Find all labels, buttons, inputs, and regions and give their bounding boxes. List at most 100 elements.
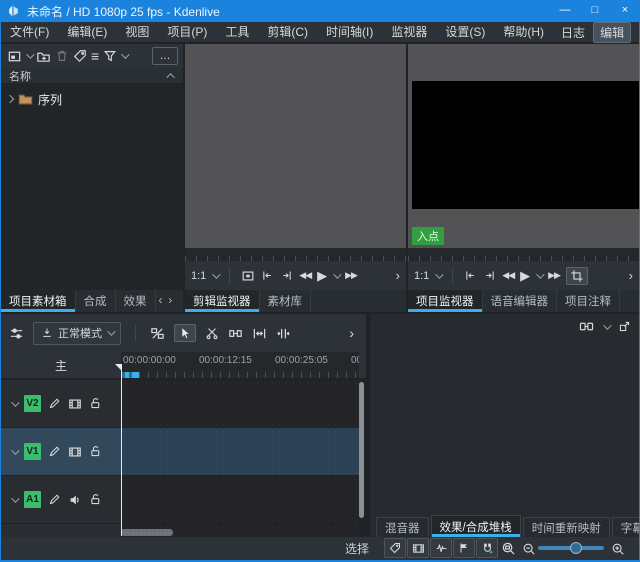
snap-button[interactable] [476, 538, 498, 558]
edit-mode-dropdown[interactable]: 正常模式 [33, 322, 121, 345]
menu-edit[interactable]: 编辑(E) [58, 22, 116, 42]
menu-help[interactable]: 帮助(H) [494, 22, 553, 42]
rewind-icon[interactable]: ◀◀ [299, 271, 311, 280]
menu-timeline[interactable]: 时间轴(I) [317, 22, 382, 42]
view-mode-icon[interactable]: ≡ [91, 49, 99, 63]
monitor-overlay-icon[interactable] [241, 269, 255, 283]
audio-thumbnails-button[interactable] [430, 538, 452, 558]
set-in-point-icon[interactable] [464, 269, 477, 282]
selection-tool-button[interactable] [174, 324, 196, 342]
forward-icon[interactable]: ▶▶ [548, 271, 560, 280]
mute-track-icon[interactable] [68, 493, 82, 507]
track-badge[interactable]: V1 [24, 443, 41, 460]
track-lane-v1[interactable] [122, 428, 359, 475]
lock-track-icon[interactable] [89, 493, 102, 506]
play-icon[interactable]: ▶ [317, 269, 327, 282]
timeline-ruler[interactable]: 00:00:00:00 00:00:12:15 00:00:25:05 00: [121, 352, 359, 378]
tab-library[interactable]: 素材库 [260, 290, 312, 312]
track-settings-icon[interactable] [9, 326, 24, 341]
track-lane-a1[interactable] [122, 476, 359, 523]
pin-panel-icon[interactable] [618, 320, 631, 333]
expand-icon[interactable] [6, 95, 14, 103]
slip-tool-icon[interactable] [276, 326, 291, 341]
set-in-point-icon[interactable] [261, 269, 274, 282]
hide-video-icon[interactable] [68, 397, 82, 411]
zoom-out-button[interactable] [522, 542, 536, 556]
lock-track-icon[interactable] [89, 445, 102, 458]
collapse-track-icon[interactable] [11, 446, 19, 454]
toolbar-expand-icon[interactable]: › [629, 268, 633, 283]
tab-subtitles[interactable]: 字幕 [612, 517, 640, 537]
clip-monitor-ruler[interactable] [185, 248, 406, 261]
tab-project-monitor[interactable]: 项目监视器 [408, 290, 483, 312]
maximize-button[interactable]: □ [580, 0, 610, 22]
show-tags-button[interactable] [384, 538, 406, 558]
create-folder-icon[interactable] [36, 49, 51, 64]
hide-video-icon[interactable] [68, 445, 82, 459]
timeline-zone-bar[interactable] [122, 372, 139, 378]
tab-scroll-left-icon[interactable]: ‹ [156, 290, 166, 312]
track-header-v2[interactable]: V2 [1, 380, 121, 427]
play-icon[interactable]: ▶ [520, 269, 530, 282]
forward-icon[interactable]: ▶▶ [345, 271, 357, 280]
toolbar-overflow-button[interactable]: … [152, 47, 178, 65]
tab-clip-monitor[interactable]: 剪辑监视器 [185, 290, 260, 312]
workspace-editing[interactable]: 编辑 [593, 22, 631, 43]
timeline-zoom-slider[interactable] [538, 546, 604, 550]
mix-clips-icon[interactable] [150, 326, 165, 341]
track-effects-icon[interactable] [48, 397, 61, 410]
playhead-line[interactable] [121, 366, 122, 536]
video-thumbnails-button[interactable] [407, 538, 429, 558]
tab-mixer[interactable]: 混音器 [376, 517, 429, 537]
track-header-v1[interactable]: V1 [1, 428, 121, 475]
collapse-track-icon[interactable] [11, 398, 19, 406]
add-clip-dropdown-icon[interactable] [26, 50, 34, 58]
timeline-vertical-scrollbar[interactable] [359, 382, 364, 518]
track-effects-icon[interactable] [48, 445, 61, 458]
menu-project[interactable]: 项目(P) [158, 22, 216, 42]
track-badge[interactable]: A1 [24, 491, 41, 508]
razor-tool-icon[interactable] [205, 326, 219, 340]
tab-project-notes[interactable]: 项目注释 [557, 290, 620, 312]
track-header-a1[interactable]: A1 [1, 476, 121, 523]
track-lane-v2[interactable] [122, 380, 359, 427]
toolbar-expand-icon[interactable]: › [396, 268, 400, 283]
zoom-dropdown-icon[interactable] [212, 270, 220, 278]
play-dropdown-icon[interactable] [536, 270, 544, 278]
project-monitor-zoom-level[interactable]: 1:1 [414, 270, 429, 282]
track-effects-icon[interactable] [48, 493, 61, 506]
options-dropdown-icon[interactable] [603, 321, 611, 329]
bin-name-column-header[interactable]: 名称 [1, 68, 183, 84]
project-monitor-display[interactable]: 入点 [408, 44, 639, 248]
menu-clip[interactable]: 剪辑(C) [258, 22, 317, 42]
track-header-a2[interactable]: A2 [1, 524, 121, 537]
tab-speech-editor[interactable]: 语音编辑器 [483, 290, 558, 312]
filter-icon[interactable] [103, 49, 117, 63]
tab-compositions[interactable]: 合成 [76, 290, 116, 312]
tab-project-bin[interactable]: 项目素材箱 [1, 290, 76, 312]
tab-time-remap[interactable]: 时间重新映射 [523, 517, 610, 537]
minimize-button[interactable]: — [550, 0, 580, 22]
menu-settings[interactable]: 设置(S) [436, 22, 494, 42]
tab-effect-stack[interactable]: 效果/合成堆栈 [431, 515, 521, 537]
ripple-tool-icon[interactable] [252, 326, 267, 341]
rewind-icon[interactable]: ◀◀ [502, 271, 514, 280]
zone-mode-button[interactable] [566, 267, 588, 285]
timeline-horizontal-scrollbar[interactable] [121, 529, 173, 536]
zoom-slider-handle[interactable] [570, 542, 582, 554]
zoom-dropdown-icon[interactable] [435, 270, 443, 278]
tag-icon[interactable] [73, 49, 87, 63]
bin-item-sequence[interactable]: 序列 [1, 90, 183, 108]
filter-dropdown-icon[interactable] [121, 50, 129, 58]
collapse-track-icon[interactable] [11, 494, 19, 502]
menu-tools[interactable]: 工具 [216, 22, 258, 42]
project-monitor-ruler[interactable] [408, 248, 639, 261]
set-out-point-icon[interactable] [280, 269, 293, 282]
play-dropdown-icon[interactable] [333, 270, 341, 278]
lock-track-icon[interactable] [89, 397, 102, 410]
zoom-fit-button[interactable] [501, 541, 516, 556]
set-out-point-icon[interactable] [483, 269, 496, 282]
add-clip-icon[interactable] [7, 49, 22, 64]
menu-monitor[interactable]: 监视器 [382, 22, 436, 42]
close-button[interactable]: × [610, 0, 640, 22]
